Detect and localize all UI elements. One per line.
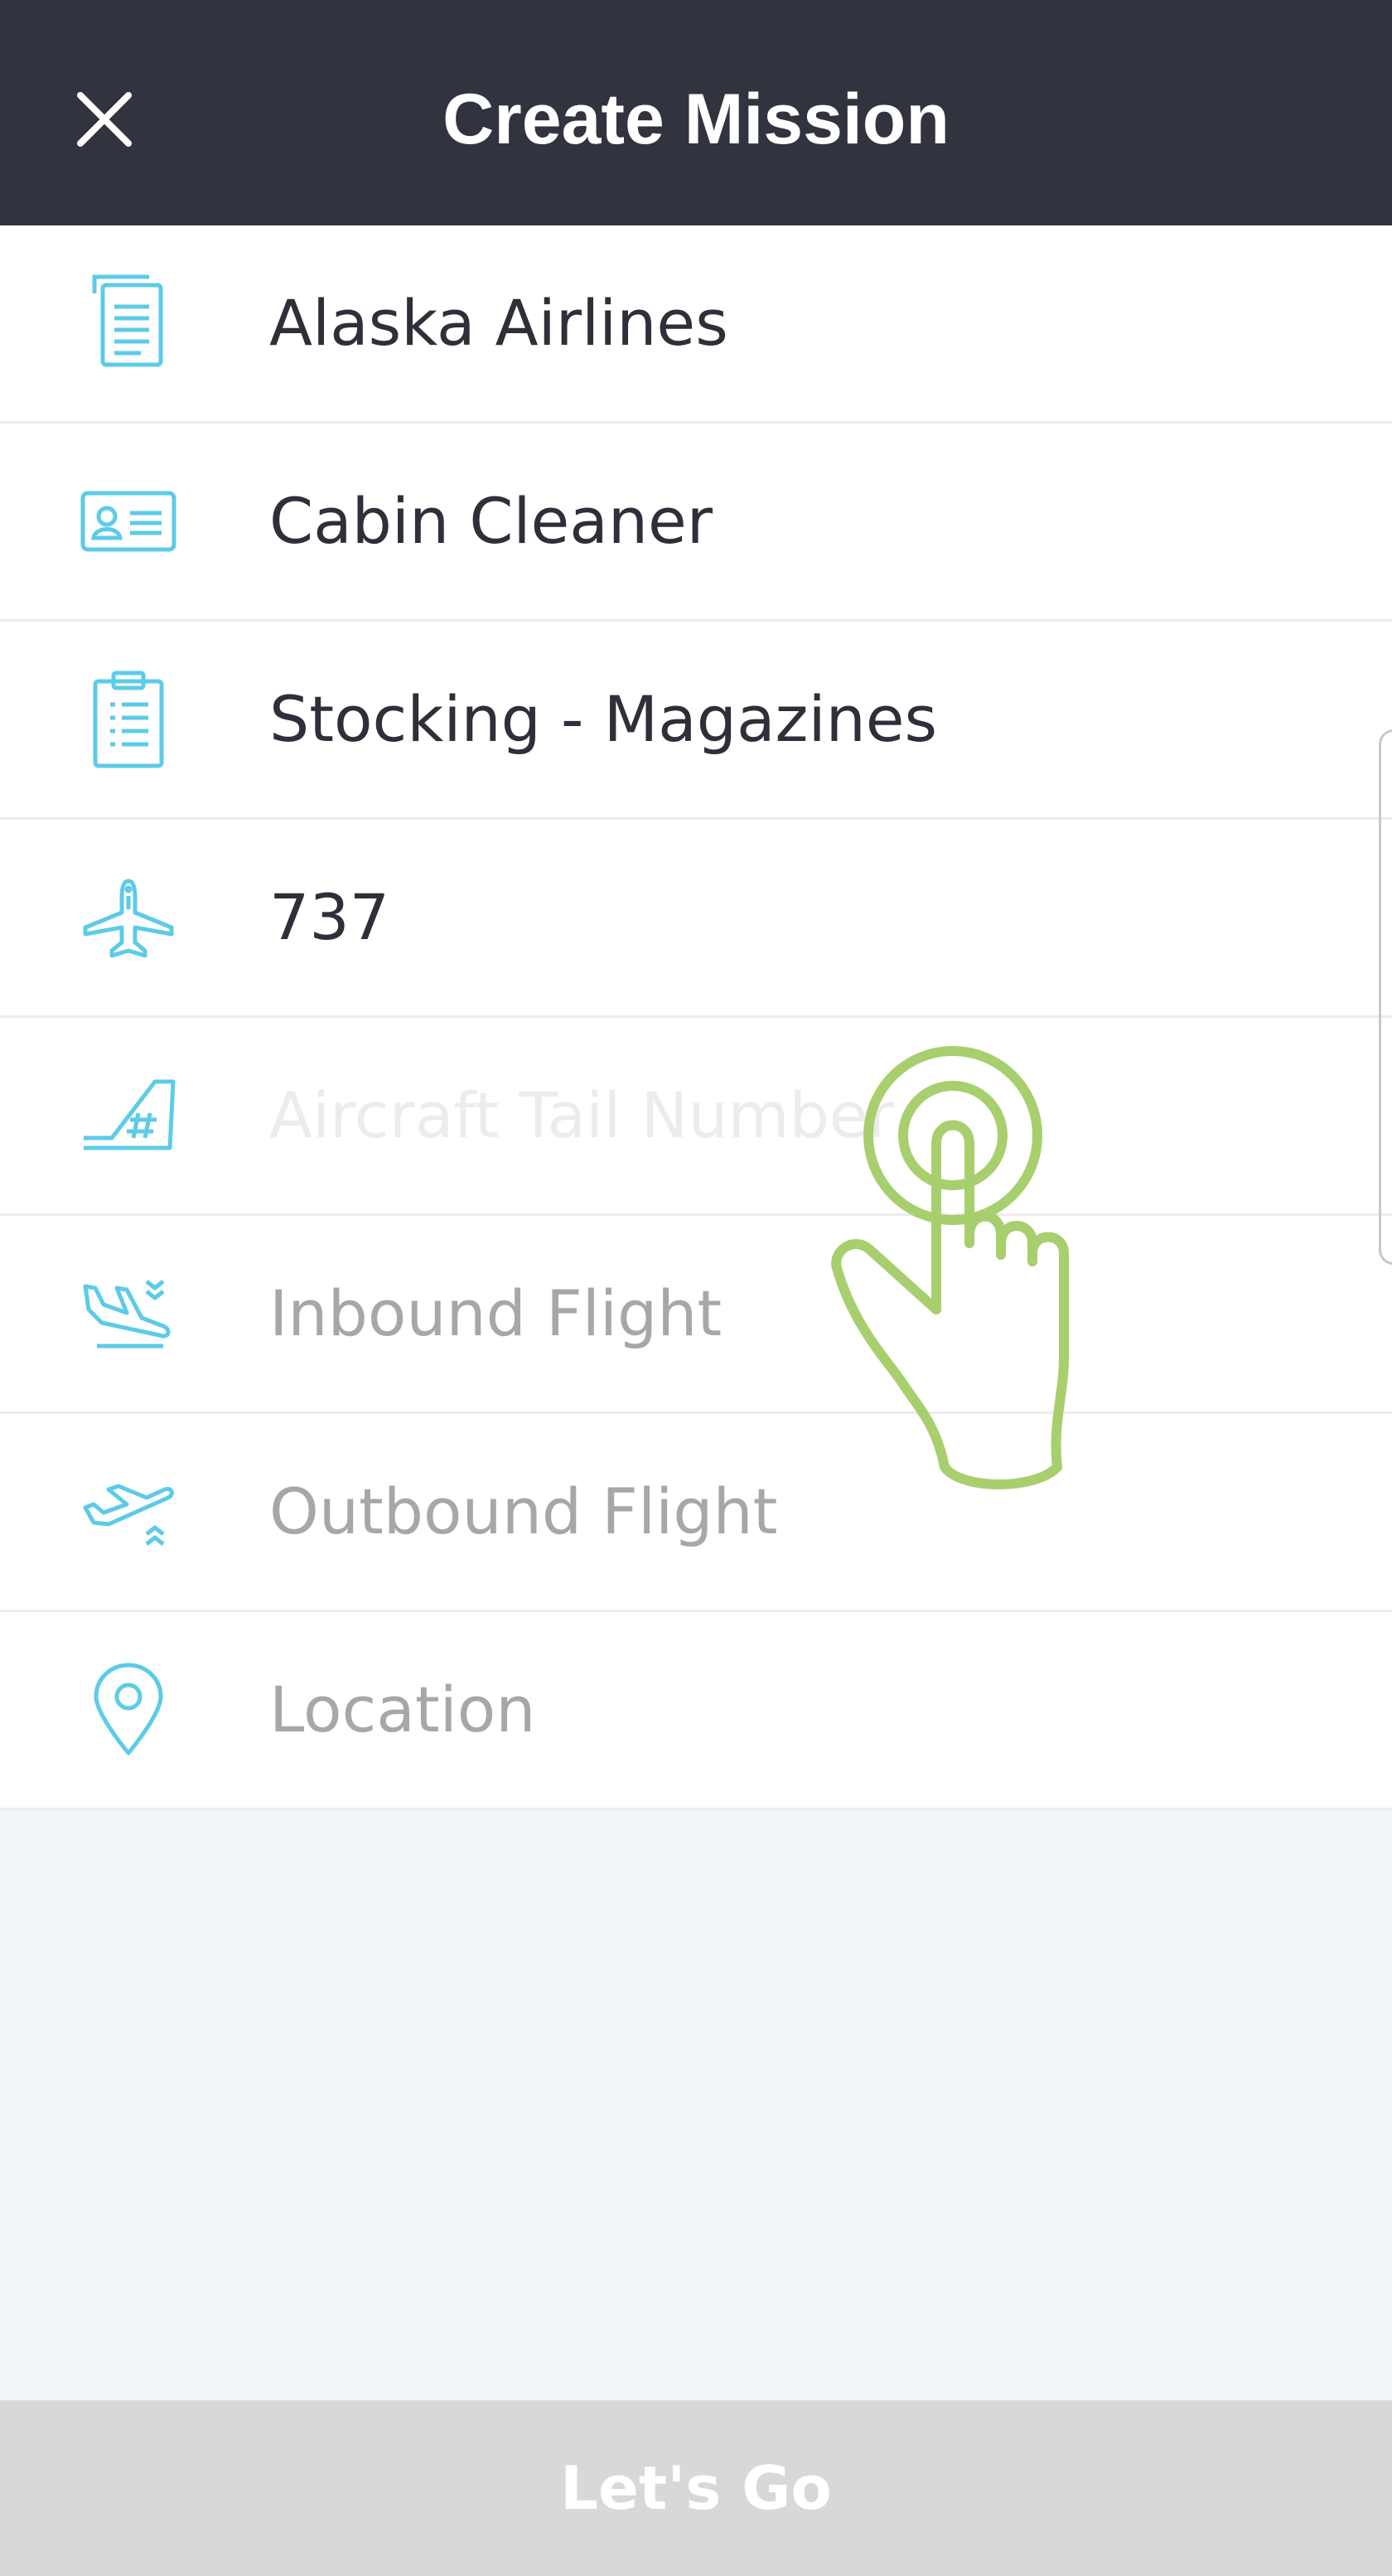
aircraft-type-value: 737 (269, 880, 390, 954)
plane-arrival-icon (75, 1256, 182, 1372)
task-field[interactable]: Stocking - Magazines (0, 622, 1392, 820)
inbound-flight-field[interactable]: Inbound Flight (0, 1216, 1392, 1414)
mission-form: Alaska Airlines Cabin Cleaner Stocking -… (0, 225, 1392, 1810)
location-field[interactable]: Location (0, 1612, 1392, 1810)
outbound-flight-placeholder: Outbound Flight (269, 1474, 778, 1548)
lets-go-button[interactable]: Let's Go (0, 2400, 1392, 2576)
side-scroll-handle[interactable] (1379, 729, 1392, 1265)
id-card-icon (75, 463, 182, 579)
tail-number-icon (75, 1058, 182, 1174)
aircraft-type-field[interactable]: 737 (0, 820, 1392, 1018)
tail-number-field[interactable]: Aircraft Tail Number (0, 1018, 1392, 1216)
location-placeholder: Location (269, 1673, 536, 1746)
airline-value: Alaska Airlines (269, 286, 728, 360)
tail-number-placeholder: Aircraft Tail Number (269, 1078, 894, 1152)
role-field[interactable]: Cabin Cleaner (0, 424, 1392, 622)
task-value: Stocking - Magazines (269, 682, 938, 756)
page-title: Create Mission (442, 80, 950, 159)
inbound-flight-placeholder: Inbound Flight (269, 1276, 723, 1350)
airline-field[interactable]: Alaska Airlines (0, 225, 1392, 424)
app-header: Create Mission (0, 0, 1392, 225)
outbound-flight-field[interactable]: Outbound Flight (0, 1414, 1392, 1612)
tap-gesture-hand-icon (831, 1046, 1069, 1489)
location-pin-icon (75, 1652, 182, 1768)
document-icon (75, 265, 182, 381)
role-value: Cabin Cleaner (269, 484, 713, 558)
plane-departure-icon (75, 1454, 182, 1570)
plane-info-icon (75, 859, 182, 976)
clipboard-icon (75, 661, 182, 777)
